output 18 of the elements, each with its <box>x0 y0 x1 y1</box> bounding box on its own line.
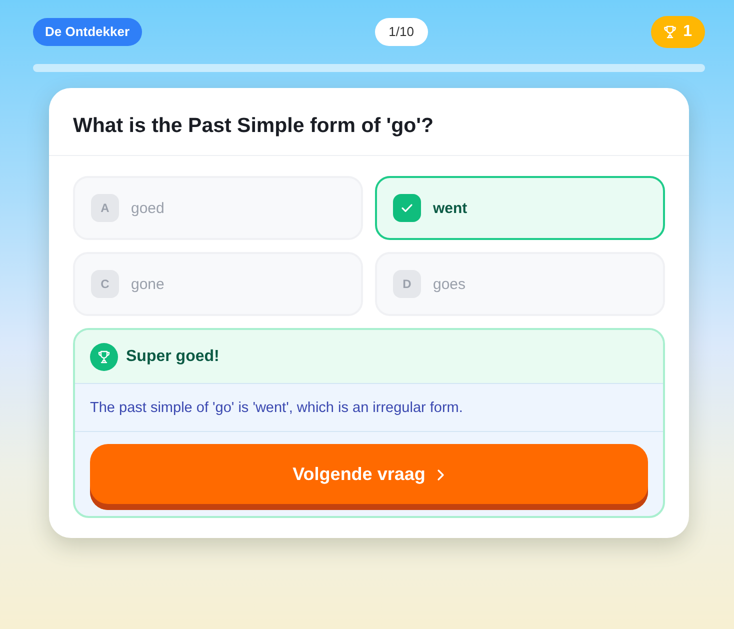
question-counter: 1/10 <box>374 18 428 46</box>
next-question-button[interactable]: Volgende vraag <box>90 444 648 510</box>
answer-option[interactable]: C gone <box>73 252 363 316</box>
answer-option[interactable]: A goed <box>73 176 363 240</box>
chevron-right-icon <box>437 468 446 480</box>
check-icon <box>393 194 421 222</box>
answer-option[interactable]: went <box>375 176 665 240</box>
feedback-title: Super goed! <box>126 348 220 366</box>
level-badge: De Ontdekker <box>33 18 142 46</box>
question-text: What is the Past Simple form of 'go'? <box>73 114 435 138</box>
option-letter: C <box>91 270 119 298</box>
trophy-icon <box>663 25 678 39</box>
score-count: 1 <box>683 23 692 41</box>
answer-option[interactable]: D goes <box>375 252 665 316</box>
option-letter: D <box>393 270 421 298</box>
trophy-icon <box>90 342 118 370</box>
option-letter: A <box>91 194 119 222</box>
explanation-text: The past simple of 'go' is 'went', which is an irregular form. <box>90 400 463 416</box>
